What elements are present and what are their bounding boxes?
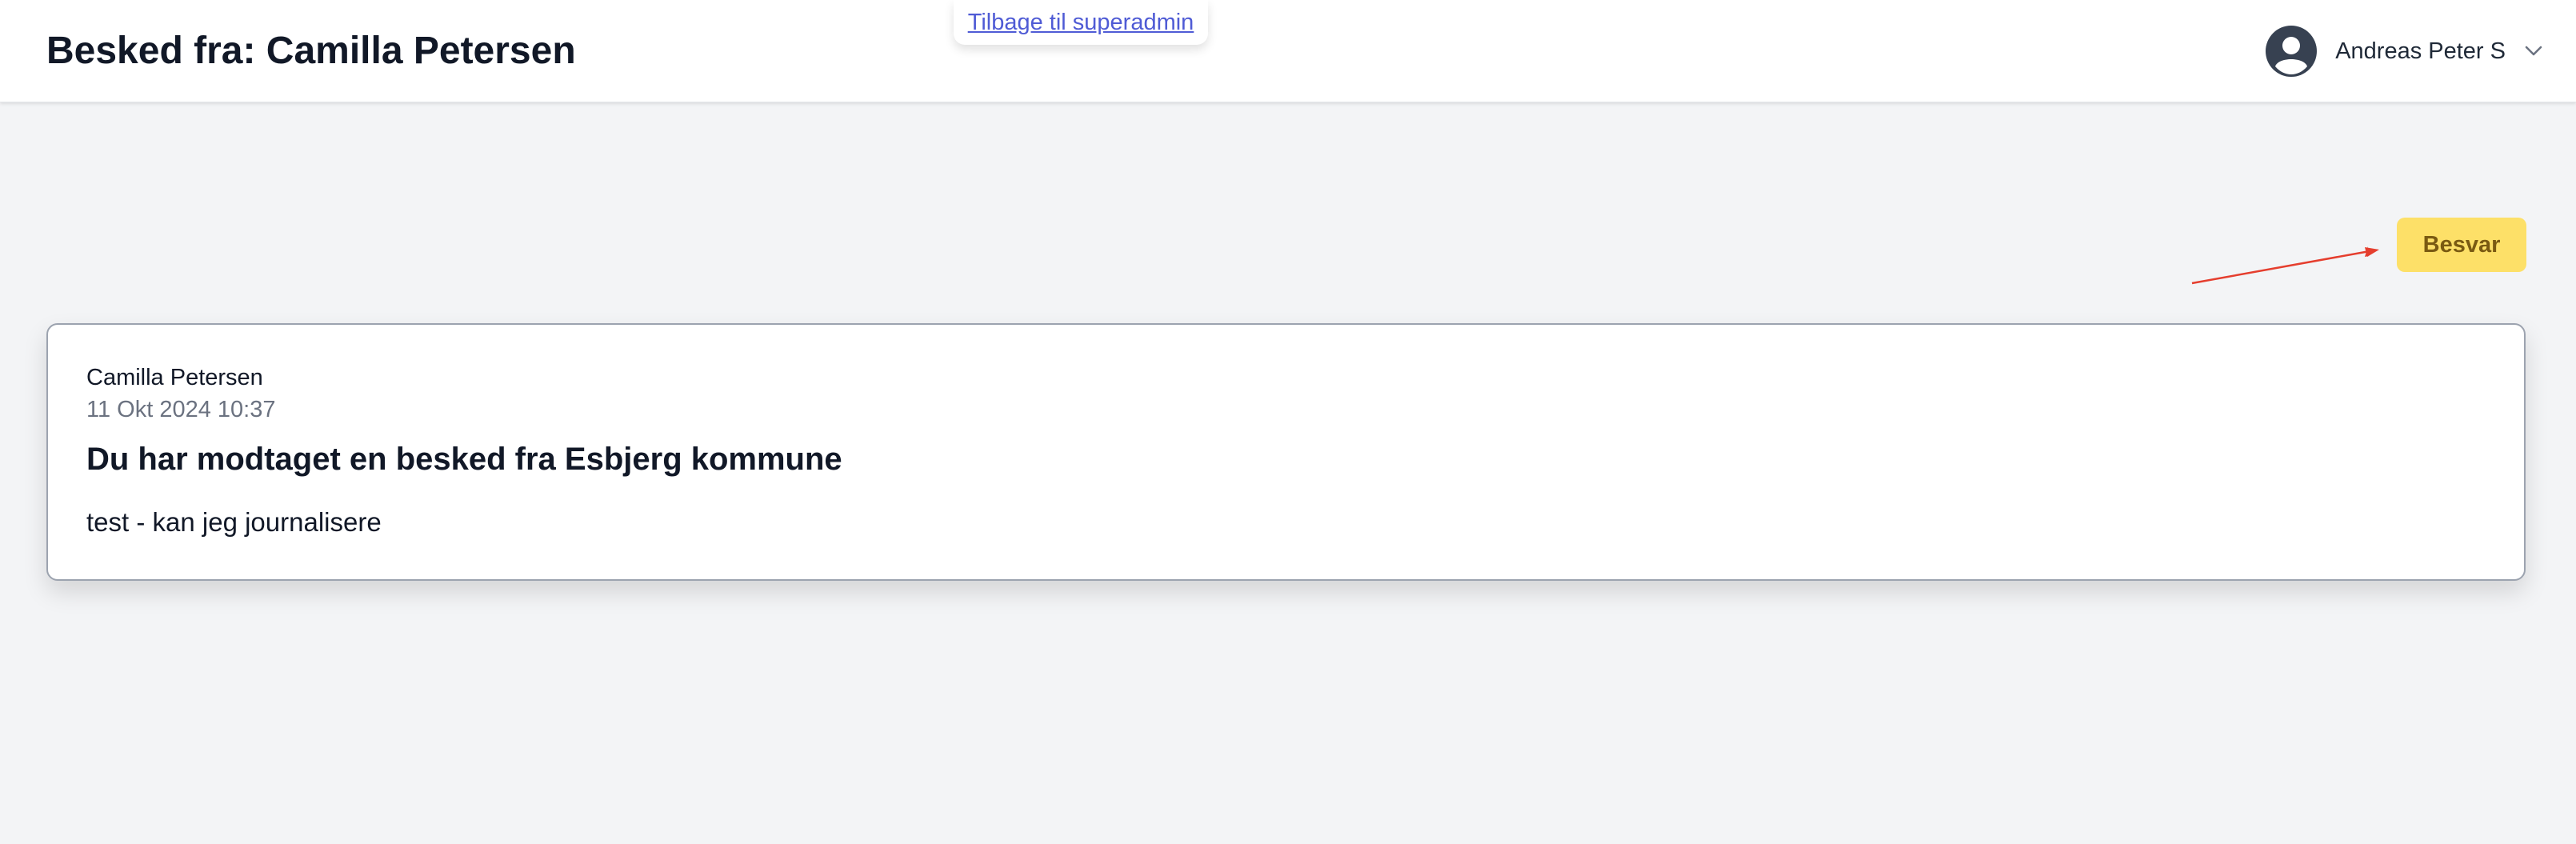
message-card: Camilla Petersen 11 Okt 2024 10:37 Du ha… <box>46 323 2526 581</box>
reply-button[interactable]: Besvar <box>2397 218 2526 272</box>
user-menu[interactable]: Andreas Peter S <box>2265 24 2546 78</box>
page-title: Besked fra: Camilla Petersen <box>46 30 576 72</box>
page: Besked fra: Camilla Petersen Tilbage til… <box>0 0 2576 844</box>
back-to-superadmin-link[interactable]: Tilbage til superadmin <box>968 10 1194 36</box>
message-timestamp: 11 Okt 2024 10:37 <box>86 397 276 422</box>
user-circle-icon <box>2266 26 2318 77</box>
message-subject: Du har modtaget en besked fra Esbjerg ko… <box>86 442 842 477</box>
annotation-arrow <box>2191 246 2379 285</box>
message-sender: Camilla Petersen <box>86 365 263 390</box>
message-body: test - kan jeg journalisere <box>86 507 382 537</box>
chevron-down-icon <box>2525 46 2542 56</box>
user-name: Andreas Peter S <box>2335 38 2506 64</box>
top-header: Besked fra: Camilla Petersen Tilbage til… <box>0 0 2576 102</box>
superadmin-banner: Tilbage til superadmin <box>954 0 1208 45</box>
